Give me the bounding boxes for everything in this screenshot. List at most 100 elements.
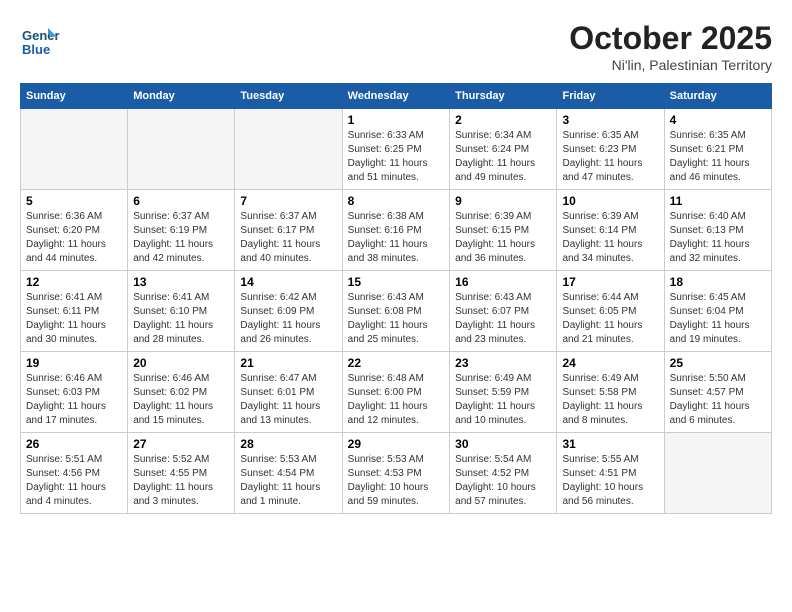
calendar-cell-w1-d4: 2 Sunrise: 6:34 AMSunset: 6:24 PMDaylight… [450,109,557,190]
day-number: 21 [240,356,336,370]
day-number: 27 [133,437,229,451]
logo-icon: General Blue [20,20,60,60]
day-info: Sunrise: 5:55 AMSunset: 4:51 PMDaylight:… [562,454,643,507]
calendar-cell-w5-d4: 30Sunrise: 5:54 AMSunset: 4:52 PMDayligh… [450,433,557,514]
day-info: Sunrise: 5:53 AMSunset: 4:54 PMDaylight:… [240,454,320,507]
day-info: Sunrise: 5:54 AMSunset: 4:52 PMDaylight:… [455,454,536,507]
page-header: General Blue October 2025 Ni'lin, Palest… [20,20,772,73]
day-number: 24 [562,356,658,370]
calendar-cell-w1-d6: 4 Sunrise: 6:35 AMSunset: 6:21 PMDaylight… [664,109,771,190]
calendar-cell-w5-d1: 27 Sunrise: 5:52 AMSunset: 4:55 PMDayligh… [128,433,235,514]
calendar-cell-w1-d1 [128,109,235,190]
calendar-header-row: Sunday Monday Tuesday Wednesday Thursday… [21,84,772,109]
day-number: 25 [670,356,766,370]
calendar-cell-w3-d6: 18 Sunrise: 6:45 AMSunset: 6:04 PMDayligh… [664,271,771,352]
day-info: Sunrise: 6:42 AMSunset: 6:09 PMDaylight:… [240,292,320,345]
day-info: Sunrise: 6:48 AMSunset: 6:00 PMDaylight:… [348,373,428,426]
calendar-cell-w3-d2: 14Sunrise: 6:42 AMSunset: 6:09 PMDayligh… [235,271,342,352]
header-friday: Friday [557,84,664,109]
calendar-cell-w2-d5: 10 Sunrise: 6:39 AMSunset: 6:14 PMDayligh… [557,190,664,271]
day-number: 10 [562,194,658,208]
day-info: Sunrise: 6:37 AMSunset: 6:17 PMDaylight:… [240,211,320,264]
day-info: Sunrise: 6:33 AMSunset: 6:25 PMDaylight:… [348,130,428,183]
day-info: Sunrise: 5:51 AMSunset: 4:56 PMDaylight:… [26,454,106,507]
calendar-cell-w4-d0: 19 Sunrise: 6:46 AMSunset: 6:03 PMDayligh… [21,352,128,433]
day-number: 4 [670,113,766,127]
day-number: 5 [26,194,122,208]
calendar-cell-w2-d3: 8Sunrise: 6:38 AMSunset: 6:16 PMDaylight… [342,190,449,271]
day-number: 28 [240,437,336,451]
day-number: 31 [562,437,658,451]
day-info: Sunrise: 6:40 AMSunset: 6:13 PMDaylight:… [670,211,750,264]
day-info: Sunrise: 6:46 AMSunset: 6:03 PMDaylight:… [26,373,106,426]
svg-text:Blue: Blue [22,42,50,57]
day-info: Sunrise: 6:47 AMSunset: 6:01 PMDaylight:… [240,373,320,426]
day-number: 16 [455,275,551,289]
header-monday: Monday [128,84,235,109]
day-number: 2 [455,113,551,127]
day-info: Sunrise: 6:49 AMSunset: 5:59 PMDaylight:… [455,373,535,426]
day-info: Sunrise: 6:38 AMSunset: 6:16 PMDaylight:… [348,211,428,264]
day-number: 1 [348,113,444,127]
calendar-cell-w1-d0 [21,109,128,190]
calendar-cell-w5-d0: 26Sunrise: 5:51 AMSunset: 4:56 PMDayligh… [21,433,128,514]
day-info: Sunrise: 6:35 AMSunset: 6:23 PMDaylight:… [562,130,642,183]
day-info: Sunrise: 6:41 AMSunset: 6:11 PMDaylight:… [26,292,106,345]
location: Ni'lin, Palestinian Territory [569,57,772,73]
day-info: Sunrise: 6:43 AMSunset: 6:07 PMDaylight:… [455,292,535,345]
calendar-cell-w3-d4: 16 Sunrise: 6:43 AMSunset: 6:07 PMDayligh… [450,271,557,352]
day-number: 3 [562,113,658,127]
day-number: 6 [133,194,229,208]
calendar-cell-w4-d4: 23Sunrise: 6:49 AMSunset: 5:59 PMDayligh… [450,352,557,433]
calendar-cell-w3-d3: 15 Sunrise: 6:43 AMSunset: 6:08 PMDayligh… [342,271,449,352]
calendar-week-3: 12 Sunrise: 6:41 AMSunset: 6:11 PMDayligh… [21,271,772,352]
calendar-cell-w2-d4: 9Sunrise: 6:39 AMSunset: 6:15 PMDaylight… [450,190,557,271]
calendar-cell-w4-d2: 21 Sunrise: 6:47 AMSunset: 6:01 PMDayligh… [235,352,342,433]
calendar-cell-w2-d2: 7Sunrise: 6:37 AMSunset: 6:17 PMDaylight… [235,190,342,271]
header-sunday: Sunday [21,84,128,109]
calendar-week-2: 5 Sunrise: 6:36 AMSunset: 6:20 PMDaylight… [21,190,772,271]
calendar-cell-w1-d3: 1 Sunrise: 6:33 AMSunset: 6:25 PMDaylight… [342,109,449,190]
calendar-cell-w4-d5: 24 Sunrise: 6:49 AMSunset: 5:58 PMDayligh… [557,352,664,433]
day-info: Sunrise: 6:45 AMSunset: 6:04 PMDaylight:… [670,292,750,345]
calendar-cell-w4-d3: 22Sunrise: 6:48 AMSunset: 6:00 PMDayligh… [342,352,449,433]
day-info: Sunrise: 6:35 AMSunset: 6:21 PMDaylight:… [670,130,750,183]
calendar-cell-w2-d0: 5 Sunrise: 6:36 AMSunset: 6:20 PMDaylight… [21,190,128,271]
calendar-cell-w5-d5: 31 Sunrise: 5:55 AMSunset: 4:51 PMDayligh… [557,433,664,514]
calendar-week-4: 19 Sunrise: 6:46 AMSunset: 6:03 PMDayligh… [21,352,772,433]
day-info: Sunrise: 6:41 AMSunset: 6:10 PMDaylight:… [133,292,213,345]
day-info: Sunrise: 6:43 AMSunset: 6:08 PMDaylight:… [348,292,428,345]
calendar-cell-w3-d5: 17 Sunrise: 6:44 AMSunset: 6:05 PMDayligh… [557,271,664,352]
calendar-cell-w5-d6 [664,433,771,514]
day-number: 20 [133,356,229,370]
day-info: Sunrise: 6:44 AMSunset: 6:05 PMDaylight:… [562,292,642,345]
day-info: Sunrise: 6:49 AMSunset: 5:58 PMDaylight:… [562,373,642,426]
day-info: Sunrise: 5:50 AMSunset: 4:57 PMDaylight:… [670,373,750,426]
day-number: 29 [348,437,444,451]
calendar-cell-w5-d2: 28 Sunrise: 5:53 AMSunset: 4:54 PMDayligh… [235,433,342,514]
calendar-week-5: 26Sunrise: 5:51 AMSunset: 4:56 PMDayligh… [21,433,772,514]
day-number: 15 [348,275,444,289]
day-number: 13 [133,275,229,289]
day-number: 19 [26,356,122,370]
header-thursday: Thursday [450,84,557,109]
day-number: 17 [562,275,658,289]
day-info: Sunrise: 6:46 AMSunset: 6:02 PMDaylight:… [133,373,213,426]
calendar-week-1: 1 Sunrise: 6:33 AMSunset: 6:25 PMDaylight… [21,109,772,190]
header-saturday: Saturday [664,84,771,109]
header-tuesday: Tuesday [235,84,342,109]
calendar-cell-w2-d1: 6 Sunrise: 6:37 AMSunset: 6:19 PMDaylight… [128,190,235,271]
day-info: Sunrise: 6:34 AMSunset: 6:24 PMDaylight:… [455,130,535,183]
day-info: Sunrise: 5:53 AMSunset: 4:53 PMDaylight:… [348,454,429,507]
day-info: Sunrise: 6:37 AMSunset: 6:19 PMDaylight:… [133,211,213,264]
calendar-cell-w1-d5: 3 Sunrise: 6:35 AMSunset: 6:23 PMDaylight… [557,109,664,190]
day-info: Sunrise: 5:52 AMSunset: 4:55 PMDaylight:… [133,454,213,507]
day-number: 18 [670,275,766,289]
title-block: October 2025 Ni'lin, Palestinian Territo… [569,20,772,73]
calendar-cell-w1-d2 [235,109,342,190]
calendar-cell-w4-d1: 20 Sunrise: 6:46 AMSunset: 6:02 PMDayligh… [128,352,235,433]
day-info: Sunrise: 6:36 AMSunset: 6:20 PMDaylight:… [26,211,106,264]
day-number: 12 [26,275,122,289]
calendar-table: Sunday Monday Tuesday Wednesday Thursday… [20,83,772,514]
day-info: Sunrise: 6:39 AMSunset: 6:14 PMDaylight:… [562,211,642,264]
